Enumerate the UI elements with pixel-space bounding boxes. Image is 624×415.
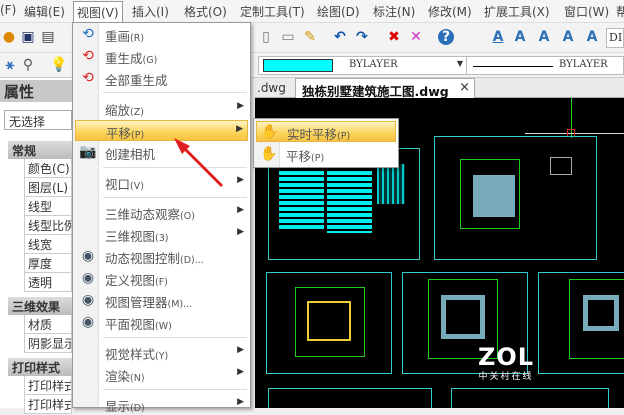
annotation-arrow	[174, 138, 224, 188]
